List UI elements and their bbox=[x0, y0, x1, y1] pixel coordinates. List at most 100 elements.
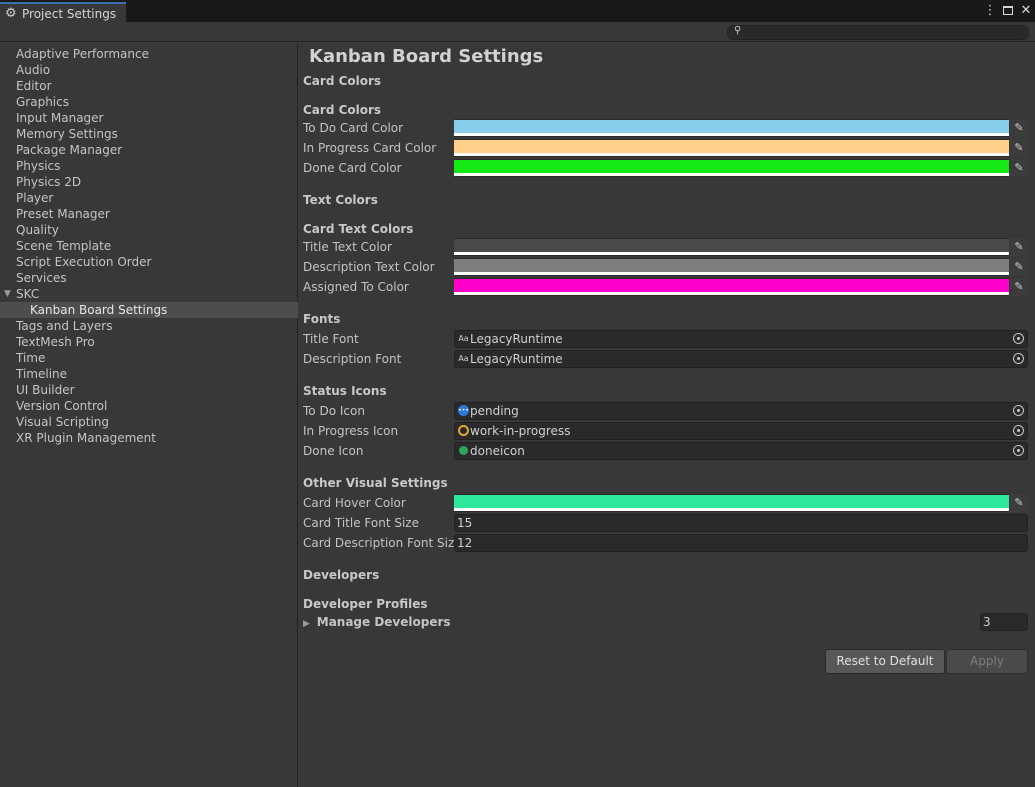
todo-card-color-field[interactable] bbox=[454, 119, 1009, 137]
work-in-progress-icon bbox=[458, 425, 469, 436]
eyedropper-icon[interactable]: ✎ bbox=[1010, 119, 1028, 137]
sidebar-item-services[interactable]: Services bbox=[0, 270, 298, 286]
sidebar-item-physics[interactable]: Physics bbox=[0, 158, 298, 174]
sidebar-item-skc[interactable]: ▼ SKC bbox=[0, 286, 298, 302]
title-font-field[interactable]: Aa LegacyRuntime bbox=[454, 330, 1028, 348]
eyedropper-icon[interactable]: ✎ bbox=[1010, 238, 1028, 256]
page-title: Kanban Board Settings bbox=[309, 46, 544, 67]
alpha-bar bbox=[454, 133, 1009, 136]
sidebar-item-editor[interactable]: Editor bbox=[0, 78, 298, 94]
inprogress-icon-label: In Progress Icon bbox=[303, 424, 399, 438]
sidebar-item-xr-plugin-management[interactable]: XR Plugin Management bbox=[0, 430, 298, 446]
card-hover-color-label: Card Hover Color bbox=[303, 496, 406, 510]
sidebar-item-timeline[interactable]: Timeline bbox=[0, 366, 298, 382]
sidebar-item-skc-label: SKC bbox=[16, 287, 40, 301]
developer-profiles-subheader: Developer Profiles bbox=[303, 597, 428, 611]
sidebar-item-input-manager[interactable]: Input Manager bbox=[0, 110, 298, 126]
sidebar-item-player[interactable]: Player bbox=[0, 190, 298, 206]
color-swatch bbox=[454, 239, 1009, 252]
title-text-color-field[interactable] bbox=[454, 238, 1009, 256]
sidebar-item-graphics[interactable]: Graphics bbox=[0, 94, 298, 110]
sidebar-item-audio[interactable]: Audio bbox=[0, 62, 298, 78]
color-swatch bbox=[454, 120, 1009, 133]
object-picker-icon[interactable] bbox=[1013, 445, 1024, 456]
color-swatch bbox=[454, 259, 1009, 272]
sidebar-item-scene-template[interactable]: Scene Template bbox=[0, 238, 298, 254]
card-text-colors-subheader: Card Text Colors bbox=[303, 222, 414, 236]
done-icon-field[interactable]: doneicon bbox=[454, 442, 1028, 460]
card-colors-subheader: Card Colors bbox=[303, 103, 382, 117]
pending-icon: ••• bbox=[458, 405, 469, 416]
window-controls: ⋮ ✕ bbox=[983, 2, 1033, 20]
object-picker-icon[interactable] bbox=[1013, 425, 1024, 436]
inprogress-icon-value: work-in-progress bbox=[470, 424, 571, 438]
eyedropper-icon[interactable]: ✎ bbox=[1010, 278, 1028, 296]
done-icon-label: Done Icon bbox=[303, 444, 364, 458]
sidebar-item-tags-and-layers[interactable]: Tags and Layers bbox=[0, 318, 298, 334]
project-settings-window: ⚙ Project Settings ⋮ ✕ ⚲ Adaptive Perfor… bbox=[0, 0, 1035, 787]
settings-content: Kanban Board Settings Card Colors Card C… bbox=[299, 43, 1035, 787]
sidebar-item-kanban-board-settings[interactable]: Kanban Board Settings bbox=[0, 302, 298, 318]
more-options-icon[interactable]: ⋮ bbox=[983, 2, 997, 20]
sidebar-item-version-control[interactable]: Version Control bbox=[0, 398, 298, 414]
sidebar-item-physics-2d[interactable]: Physics 2D bbox=[0, 174, 298, 190]
search-icon: ⚲ bbox=[734, 25, 742, 36]
inprogress-card-color-field[interactable] bbox=[454, 139, 1009, 157]
other-visual-settings-header: Other Visual Settings bbox=[303, 476, 448, 490]
description-text-color-label: Description Text Color bbox=[303, 260, 435, 274]
sidebar-item-script-execution-order[interactable]: Script Execution Order bbox=[0, 254, 298, 270]
title-text-color-label: Title Text Color bbox=[303, 240, 392, 254]
sidebar-item-ui-builder[interactable]: UI Builder bbox=[0, 382, 298, 398]
assigned-to-color-field[interactable] bbox=[454, 278, 1009, 296]
alpha-bar bbox=[454, 173, 1009, 176]
toolbar: ⚲ bbox=[0, 22, 1035, 42]
eyedropper-icon[interactable]: ✎ bbox=[1010, 494, 1028, 512]
object-picker-icon[interactable] bbox=[1013, 405, 1024, 416]
description-font-field[interactable]: Aa LegacyRuntime bbox=[454, 350, 1028, 368]
sidebar-item-textmesh-pro[interactable]: TextMesh Pro bbox=[0, 334, 298, 350]
color-swatch bbox=[454, 160, 1009, 173]
reset-to-default-button[interactable]: Reset to Default bbox=[825, 649, 945, 674]
eyedropper-icon[interactable]: ✎ bbox=[1010, 159, 1028, 177]
manage-developers-foldout[interactable]: ▶ Manage Developers bbox=[303, 613, 451, 631]
object-picker-icon[interactable] bbox=[1013, 333, 1024, 344]
done-card-color-label: Done Card Color bbox=[303, 161, 402, 175]
description-text-color-field[interactable] bbox=[454, 258, 1009, 276]
sidebar-item-memory-settings[interactable]: Memory Settings bbox=[0, 126, 298, 142]
card-hover-color-field[interactable] bbox=[454, 494, 1009, 512]
developer-count-input[interactable]: 3 bbox=[980, 613, 1028, 631]
assigned-to-color-label: Assigned To Color bbox=[303, 280, 409, 294]
search-input[interactable]: ⚲ bbox=[727, 25, 1029, 40]
font-asset-icon: Aa bbox=[458, 334, 469, 343]
manage-developers-label: Manage Developers bbox=[316, 615, 451, 629]
maximize-button[interactable] bbox=[1001, 2, 1015, 20]
project-settings-tab[interactable]: ⚙ Project Settings bbox=[0, 2, 126, 22]
close-button[interactable]: ✕ bbox=[1019, 2, 1033, 20]
eyedropper-icon[interactable]: ✎ bbox=[1010, 258, 1028, 276]
sidebar-item-time[interactable]: Time bbox=[0, 350, 298, 366]
card-title-font-size-input[interactable]: 15 bbox=[454, 514, 1028, 532]
sidebar-item-preset-manager[interactable]: Preset Manager bbox=[0, 206, 298, 222]
object-picker-icon[interactable] bbox=[1013, 353, 1024, 364]
sidebar-item-adaptive-performance[interactable]: Adaptive Performance bbox=[0, 46, 298, 62]
foldout-collapsed-icon[interactable]: ▶ bbox=[303, 619, 310, 629]
todo-card-color-label: To Do Card Color bbox=[303, 121, 404, 135]
status-icons-header: Status Icons bbox=[303, 384, 387, 398]
done-card-color-field[interactable] bbox=[454, 159, 1009, 177]
apply-button[interactable]: Apply bbox=[946, 649, 1028, 674]
inprogress-card-color-label: In Progress Card Color bbox=[303, 141, 437, 155]
todo-icon-value: pending bbox=[470, 404, 519, 418]
todo-icon-field[interactable]: ••• pending bbox=[454, 402, 1028, 420]
sidebar-item-package-manager[interactable]: Package Manager bbox=[0, 142, 298, 158]
eyedropper-icon[interactable]: ✎ bbox=[1010, 139, 1028, 157]
card-description-font-size-input[interactable]: 12 bbox=[454, 534, 1028, 552]
sidebar-item-quality[interactable]: Quality bbox=[0, 222, 298, 238]
alpha-bar bbox=[454, 272, 1009, 275]
foldout-expanded-icon[interactable]: ▼ bbox=[4, 286, 11, 302]
settings-sidebar: Adaptive Performance Audio Editor Graphi… bbox=[0, 43, 298, 787]
title-bar: ⚙ Project Settings ⋮ ✕ bbox=[0, 0, 1035, 22]
inprogress-icon-field[interactable]: work-in-progress bbox=[454, 422, 1028, 440]
sidebar-item-visual-scripting[interactable]: Visual Scripting bbox=[0, 414, 298, 430]
maximize-icon bbox=[1003, 6, 1013, 15]
todo-icon-label: To Do Icon bbox=[303, 404, 365, 418]
